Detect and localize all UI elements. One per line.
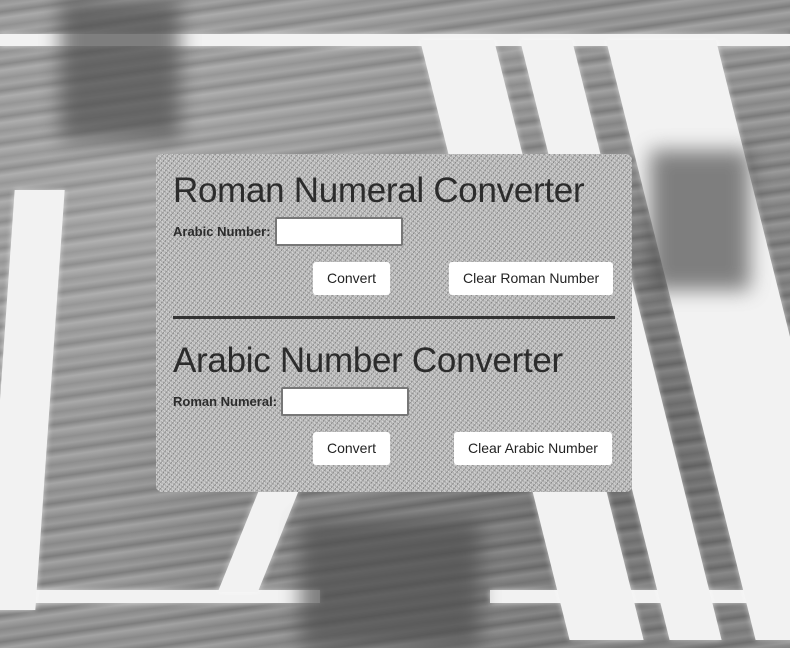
bg-bottom-band	[0, 590, 320, 603]
clear-arabic-number-button[interactable]: Clear Arabic Number	[454, 432, 612, 465]
bg-shadow-3	[650, 150, 750, 290]
roman-converter-title: Roman Numeral Converter	[173, 171, 585, 210]
clear-roman-number-button[interactable]: Clear Roman Number	[449, 262, 614, 295]
arabic-number-input[interactable]	[274, 217, 403, 246]
bg-left-strip	[0, 190, 65, 610]
bg-lower-diagonal	[217, 492, 299, 592]
convert-to-roman-button[interactable]: Convert	[313, 262, 391, 295]
roman-numeral-input[interactable]	[281, 387, 410, 416]
arabic-number-label: Arabic Number:	[173, 224, 271, 239]
convert-to-arabic-button[interactable]: Convert	[313, 432, 391, 465]
arabic-converter-section: Arabic Number Converter Roman Numeral: C…	[173, 341, 615, 466]
bg-shadow-1	[60, 0, 180, 140]
roman-converter-section: Roman Numeral Converter Arabic Number: C…	[173, 171, 615, 296]
arabic-button-row: Convert Clear Arabic Number	[173, 432, 615, 466]
roman-numeral-row: Roman Numeral:	[173, 387, 615, 416]
roman-numeral-label: Roman Numeral:	[173, 394, 278, 409]
bg-shadow-2	[300, 520, 480, 648]
arabic-number-row: Arabic Number:	[173, 217, 615, 246]
arabic-converter-title: Arabic Number Converter	[173, 341, 563, 380]
roman-button-row: Convert Clear Roman Number	[173, 262, 615, 296]
converter-panel: Roman Numeral Converter Arabic Number: C…	[156, 154, 632, 492]
section-divider	[173, 316, 615, 319]
